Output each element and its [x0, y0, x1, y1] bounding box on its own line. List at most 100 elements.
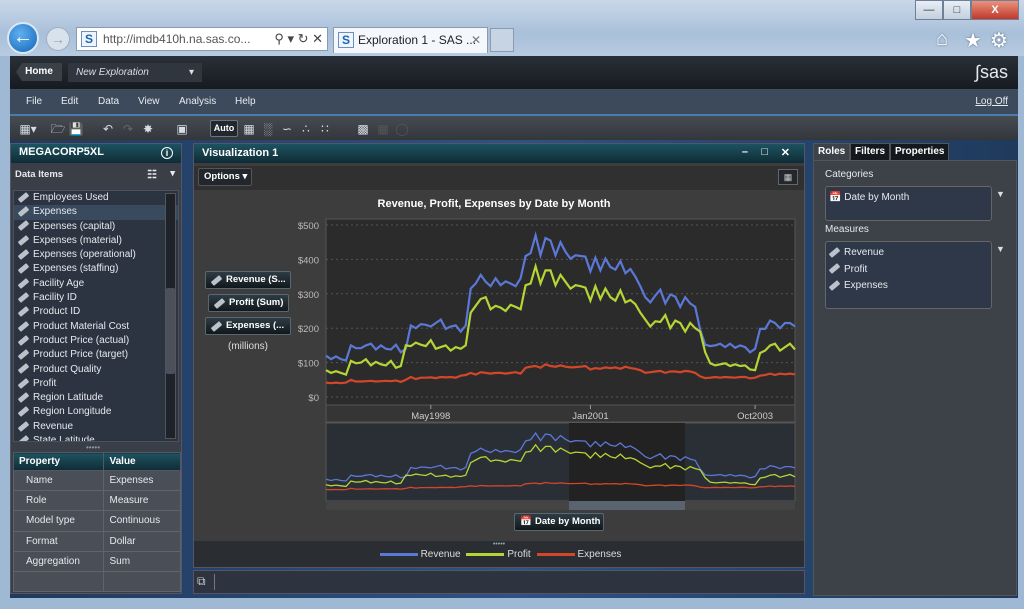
data-item[interactable]: Product Price (actual) — [14, 334, 178, 348]
address-bar[interactable]: S http://imdb410h.na.sas.co... ⚲ ▾ ↻ ✕ — [76, 27, 328, 51]
new-visual-icon[interactable]: ✸ — [140, 121, 156, 137]
filter-menu-icon[interactable]: ▾ — [170, 168, 175, 179]
data-item[interactable]: State Latitude — [14, 434, 178, 441]
redo-icon[interactable]: ↷ — [120, 121, 136, 137]
property-value[interactable]: Measure — [103, 490, 181, 512]
tab-properties[interactable]: Properties — [890, 143, 950, 160]
data-item[interactable]: Region Latitude — [14, 391, 178, 405]
overview-scrollbar[interactable] — [326, 501, 795, 510]
splitter-handle[interactable]: ••••• — [194, 541, 804, 549]
close-tab-icon[interactable]: ✕ — [471, 28, 481, 53]
property-value[interactable]: Continuous — [103, 510, 181, 532]
data-item[interactable]: Expenses (capital) — [14, 220, 178, 234]
role-item-revenue[interactable]: Revenue — [828, 245, 988, 262]
category-button-date[interactable]: 📅 Date by Month — [514, 513, 604, 531]
categories-dropdown-icon[interactable]: ▼ — [996, 189, 1005, 199]
data-menu-icon[interactable]: ▦▾ — [14, 121, 42, 137]
line-chart-icon[interactable]: ∽ — [279, 121, 295, 137]
property-row[interactable]: Name Expenses — [12, 470, 181, 492]
measures-dropdown-icon[interactable]: ▼ — [996, 244, 1005, 254]
maximize-visual-icon[interactable]: ▣ — [174, 121, 190, 137]
role-item-expenses[interactable]: Expenses — [828, 278, 988, 295]
log-off-link[interactable]: Log Off — [975, 96, 1008, 107]
data-item[interactable]: Profit — [14, 377, 178, 391]
home-button[interactable]: Home — [16, 63, 62, 81]
scatter-plot-icon[interactable]: ∴ — [298, 121, 314, 137]
data-item[interactable]: Facility Age — [14, 277, 178, 291]
auto-chart-button[interactable]: Auto — [210, 120, 238, 137]
back-button[interactable]: ← — [7, 22, 39, 54]
overview-scroll-thumb[interactable] — [569, 501, 685, 510]
property-value[interactable]: Dollar — [103, 530, 181, 552]
roles-panel: Roles Filters Properties Categories 📅 Da… — [813, 143, 1017, 596]
data-item[interactable]: Product Price (target) — [14, 348, 178, 362]
data-item[interactable]: Employees Used — [14, 191, 178, 205]
data-source-header[interactable]: MEGACORP5XL i — [11, 144, 181, 163]
url-text: http://imdb410h.na.sas.co... — [103, 32, 251, 46]
menu-data[interactable]: Data — [98, 96, 119, 107]
save-icon[interactable]: 💾 — [68, 121, 84, 137]
box-plot-icon[interactable]: ▩ — [355, 121, 371, 137]
role-item-date-by-month[interactable]: 📅 Date by Month — [829, 190, 988, 207]
property-value[interactable]: Sum — [103, 550, 181, 572]
data-item[interactable]: Revenue — [14, 420, 178, 434]
data-item[interactable]: Expenses — [14, 205, 178, 220]
browser-tab[interactable]: S Exploration 1 - SAS ... ✕ — [333, 27, 488, 53]
options-button[interactable]: Options ▾ — [198, 168, 252, 186]
tab-filters[interactable]: Filters — [850, 143, 891, 160]
heatmap-icon[interactable]: ▦ — [375, 121, 391, 137]
menu-help[interactable]: Help — [235, 96, 256, 107]
splitter-handle[interactable]: ••••• — [86, 443, 100, 452]
maximize-button[interactable]: □ — [943, 0, 971, 20]
chart-legend: ••••• Revenue Profit Expenses — [194, 541, 804, 567]
property-row[interactable]: Aggregation Sum — [12, 550, 181, 572]
line-chart[interactable]: Revenue, Profit, Expenses by Date by Mon… — [194, 190, 804, 540]
geo-map-icon[interactable]: ◯ — [394, 121, 410, 137]
bubble-plot-icon[interactable]: ∷ — [317, 121, 333, 137]
table-icon[interactable]: ▦ — [241, 121, 257, 137]
info-icon[interactable]: i — [161, 147, 173, 159]
data-items-label: Data Items — [15, 169, 64, 180]
overview-selection[interactable] — [569, 423, 685, 501]
data-item[interactable]: Expenses (material) — [14, 234, 178, 248]
property-value[interactable]: Expenses — [103, 470, 181, 492]
data-item[interactable]: Expenses (operational) — [14, 248, 178, 262]
property-row[interactable]: Format Dollar — [12, 530, 181, 552]
visualizations-icon[interactable]: ⧉ — [197, 574, 206, 589]
measures-role-box[interactable]: Revenue Profit Expenses — [825, 241, 992, 309]
search-refresh-stop-icons[interactable]: ⚲ ▾ ↻ ✕ — [274, 28, 323, 50]
new-tab-button[interactable] — [490, 28, 514, 52]
star-icon[interactable]: ★ — [964, 28, 982, 53]
data-item[interactable]: Product ID — [14, 305, 178, 319]
data-item[interactable]: Product Quality — [14, 363, 178, 377]
categories-role-box[interactable]: 📅 Date by Month — [825, 186, 992, 221]
undo-icon[interactable]: ↶ — [100, 121, 116, 137]
data-item[interactable]: Facility ID — [14, 291, 178, 305]
minimize-button[interactable]: — — [915, 0, 943, 20]
close-icon[interactable]: ✕ — [781, 146, 790, 159]
data-item[interactable]: Product Material Cost — [14, 320, 178, 334]
bar-chart-icon[interactable]: ░ — [260, 121, 276, 137]
role-item-profit[interactable]: Profit — [828, 262, 988, 279]
menu-analysis[interactable]: Analysis — [179, 96, 216, 107]
menu-file[interactable]: File — [26, 96, 42, 107]
gear-icon[interactable]: ⚙ — [990, 28, 1008, 53]
maximize-icon[interactable]: □ — [761, 146, 768, 158]
home-icon[interactable]: ⌂ — [936, 28, 948, 51]
minimize-icon[interactable]: – — [742, 146, 748, 158]
scrollbar-thumb[interactable] — [166, 288, 175, 374]
menu-view[interactable]: View — [138, 96, 160, 107]
data-item[interactable]: Region Longitude — [14, 405, 178, 419]
property-row[interactable]: Role Measure — [12, 490, 181, 512]
property-row[interactable]: Model type Continuous — [12, 510, 181, 532]
hierarchy-icon[interactable]: ☷ — [147, 168, 157, 181]
tab-roles[interactable]: Roles — [813, 143, 851, 160]
menu-edit[interactable]: Edit — [61, 96, 78, 107]
scrollbar[interactable] — [165, 193, 176, 439]
close-window-button[interactable]: X — [971, 0, 1019, 20]
show-table-icon[interactable]: ▦ — [778, 169, 798, 185]
exploration-dropdown[interactable]: New Exploration ▾ — [68, 63, 202, 82]
forward-button[interactable]: → — [46, 27, 70, 51]
data-item[interactable]: Expenses (staffing) — [14, 262, 178, 276]
open-icon[interactable]: 🗁 — [50, 121, 66, 137]
